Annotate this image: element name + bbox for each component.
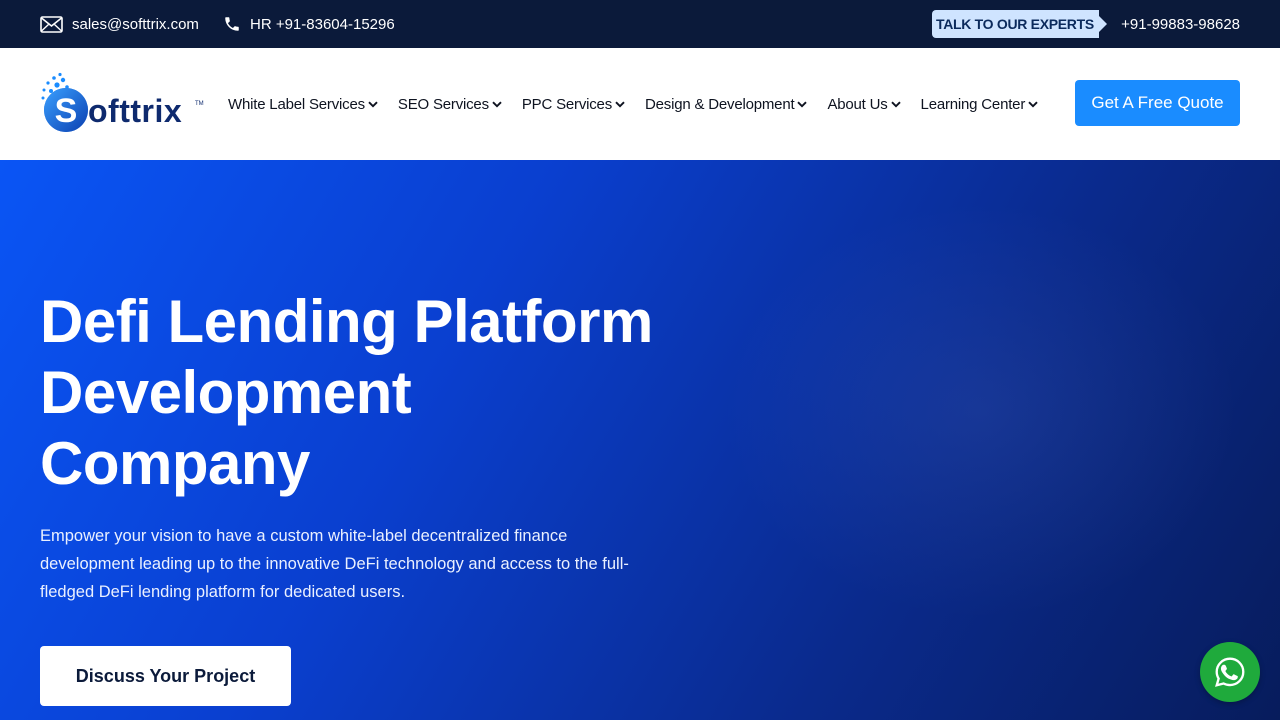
nav-label: Learning Center [920, 95, 1026, 113]
hero-title-line: Company [40, 430, 310, 497]
nav-label: PPC Services [521, 95, 613, 113]
nav-about-us[interactable]: About Us [827, 95, 901, 113]
whatsapp-icon [1215, 657, 1245, 687]
discuss-project-button[interactable]: Discuss Your Project [40, 646, 291, 706]
hero-section: Defi Lending Platform Development Compan… [0, 160, 1280, 720]
mail-icon [40, 15, 63, 33]
svg-text:ofttrix: ofttrix [88, 93, 182, 129]
main-nav: White Label Services SEO Services PPC Se… [228, 48, 1058, 160]
nav-label: SEO Services [397, 95, 489, 113]
talk-to-experts-badge: TALK TO OUR EXPERTS [932, 10, 1107, 38]
chevron-down-icon [615, 101, 625, 108]
chevron-down-icon [368, 101, 378, 108]
top-bar: sales@softtrix.com HR +91-83604-15296 TA… [0, 0, 1280, 48]
chevron-down-icon [492, 101, 502, 108]
main-header: S ofttrix TM White Label Services SEO Se… [0, 48, 1280, 160]
main-phone-link[interactable]: +91-99883-98628 [1121, 0, 1240, 48]
nav-design-development[interactable]: Design & Development [645, 95, 808, 113]
nav-label: Design & Development [645, 95, 795, 113]
whatsapp-button[interactable] [1200, 642, 1260, 702]
softtrix-logo[interactable]: S ofttrix TM [40, 72, 205, 136]
svg-text:S: S [55, 92, 78, 130]
hero-title-line: Development [40, 359, 412, 426]
phone-icon [225, 17, 239, 31]
hero-title: Defi Lending Platform Development Compan… [40, 286, 700, 499]
get-free-quote-button[interactable]: Get A Free Quote [1075, 80, 1240, 126]
email-text: sales@softtrix.com [72, 15, 199, 33]
chevron-down-icon [890, 101, 901, 108]
chevron-down-icon [1028, 101, 1038, 108]
nav-ppc-services[interactable]: PPC Services [522, 96, 625, 113]
nav-label: About Us [827, 95, 888, 113]
nav-white-label-services[interactable]: White Label Services [228, 96, 378, 113]
nav-label: White Label Services [228, 95, 365, 113]
svg-text:TM: TM [195, 101, 204, 107]
hero-background-glow [720, 200, 1240, 620]
chevron-down-icon [797, 101, 808, 108]
email-link[interactable]: sales@softtrix.com [40, 0, 199, 48]
hero-description: Empower your vision to have a custom whi… [40, 527, 629, 601]
hr-phone-text: HR +91-83604-15296 [250, 15, 395, 33]
hero-title-line: Defi Lending Platform [40, 288, 653, 355]
hr-phone-link[interactable]: HR +91-83604-15296 [223, 0, 395, 48]
nav-learning-center[interactable]: Learning Center [921, 96, 1039, 113]
nav-seo-services[interactable]: SEO Services [398, 96, 502, 113]
